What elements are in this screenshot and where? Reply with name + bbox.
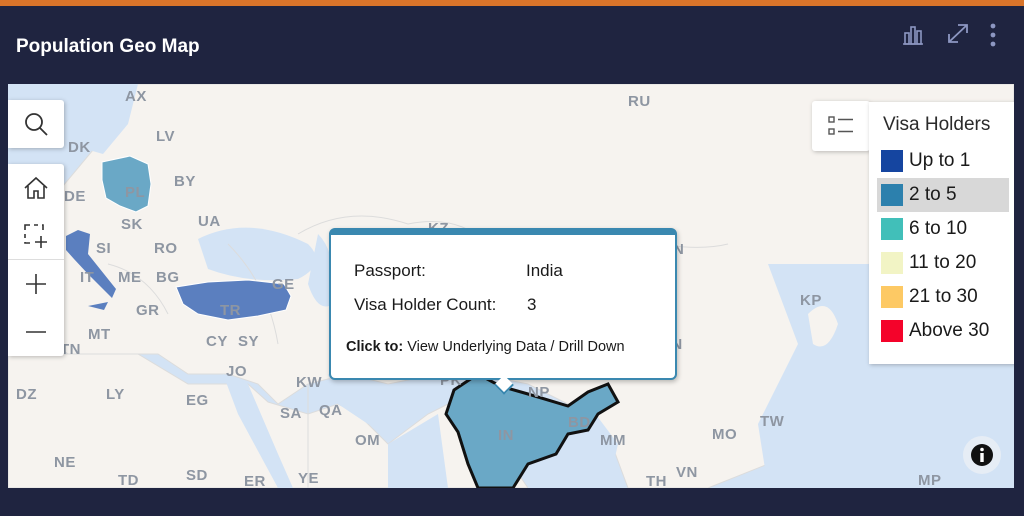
legend-item-6-to-10[interactable]: 6 to 10 [877, 212, 1009, 246]
bar-chart-icon[interactable] [900, 22, 926, 46]
box-zoom-icon [24, 223, 47, 248]
legend-item-up-to-1[interactable]: Up to 1 [877, 144, 1009, 178]
country-label: RU [628, 93, 651, 110]
country-label: GE [272, 276, 295, 293]
map-tooltip: Passport: India Visa Holder Count: 3 Cli… [329, 228, 677, 395]
country-label: MP [918, 472, 942, 488]
more-vertical-icon[interactable] [980, 22, 1006, 47]
search-button[interactable] [8, 100, 64, 148]
country-label: YE [298, 470, 320, 487]
legend-title: Visa Holders [883, 114, 991, 135]
country-label: MO [712, 426, 738, 443]
expand-icon[interactable] [945, 22, 971, 46]
legend-label: 11 to 20 [909, 252, 977, 273]
widget-title: Population Geo Map [16, 36, 200, 57]
legend-swatch [881, 286, 903, 308]
country-label: TD [118, 472, 139, 488]
country-label: SA [280, 405, 302, 422]
zoom-out-icon [26, 331, 46, 333]
country-label: IN [498, 427, 514, 444]
country-label: BD [568, 414, 591, 431]
country-label: SK [121, 216, 143, 233]
legend-item-11-to-20[interactable]: 11 to 20 [877, 246, 1009, 280]
search-control [8, 100, 64, 148]
visa-count-label: Visa Holder Count: [354, 295, 497, 314]
country-label: UA [198, 213, 221, 230]
country-label: LV [156, 128, 176, 145]
info-button[interactable] [963, 436, 1001, 474]
legend-label: Above 30 [909, 320, 990, 341]
country-label: DZ [16, 386, 37, 403]
country-label: GR [136, 302, 160, 319]
country-label: PL [125, 184, 146, 201]
country-label: LY [106, 386, 125, 403]
country-label: DE [64, 188, 86, 205]
country-label: EG [186, 392, 209, 409]
legend-item-above-30[interactable]: Above 30 [877, 314, 1009, 348]
visa-count-value: 3 [527, 295, 537, 314]
country-label: TR [220, 302, 241, 319]
country-label: OM [355, 432, 381, 449]
country-label: ME [118, 269, 142, 286]
zoom-out-button[interactable] [8, 308, 64, 356]
home-button[interactable] [8, 164, 64, 212]
country-label: AX [125, 88, 147, 105]
legend-swatch [881, 218, 903, 240]
passport-label: Passport: [354, 261, 426, 280]
country-label: BG [156, 269, 180, 286]
legend-label: 2 to 5 [909, 184, 957, 205]
click-to-prefix: Click to: [346, 339, 404, 355]
legend-swatch [881, 184, 903, 206]
country-label: CY [206, 333, 228, 350]
legend-list-icon [828, 116, 853, 135]
legend-item-2-to-5[interactable]: 2 to 5 [877, 178, 1009, 212]
click-to-actions[interactable]: Click to: View Underlying Data / Drill D… [346, 339, 625, 355]
info-icon [971, 444, 993, 466]
country-label: NP [528, 384, 550, 401]
legend-toggle-button[interactable] [812, 101, 870, 151]
country-label: DK [68, 139, 91, 156]
legend-item-21-to-30[interactable]: 21 to 30 [877, 280, 1009, 314]
legend-label: Up to 1 [909, 150, 971, 171]
country-label: VN [676, 464, 698, 481]
country-label: KW [296, 374, 322, 391]
zoom-in-button[interactable] [8, 260, 64, 308]
country-label: IT [80, 269, 95, 286]
country-label: JO [226, 363, 248, 380]
legend-label: 21 to 30 [909, 286, 978, 307]
country-label: KP [800, 292, 822, 309]
legend-panel: Visa Holders Up to 1 2 to 5 6 to 10 11 t… [869, 102, 1014, 364]
zoom-in-icon [26, 274, 46, 294]
country-label: SI [96, 240, 112, 257]
country-label: ER [244, 473, 266, 488]
country-label: MT [88, 326, 111, 343]
legend-swatch [881, 320, 903, 342]
widget-header: Population Geo Map [0, 6, 1024, 84]
country-label: BY [174, 173, 196, 190]
search-icon [25, 113, 48, 136]
country-label: NE [54, 454, 76, 471]
country-label: RO [154, 240, 178, 257]
country-label: MM [600, 432, 626, 449]
country-label: QA [319, 402, 343, 419]
country-label: TW [760, 413, 785, 430]
home-icon [24, 176, 48, 199]
click-to-links[interactable]: View Underlying Data / Drill Down [407, 339, 624, 355]
geo-map[interactable]: AX RU LV DK BY PL DE SK UA SI RO ME BG I… [8, 84, 1014, 488]
zoom-controls [8, 164, 64, 356]
country-label: SY [238, 333, 260, 350]
country-label: SD [186, 467, 208, 484]
legend-swatch [881, 150, 903, 172]
passport-value: India [526, 261, 563, 280]
box-zoom-button[interactable] [8, 212, 64, 260]
legend-swatch [881, 252, 903, 274]
legend-label: 6 to 10 [909, 218, 968, 239]
country-label: TH [646, 473, 667, 488]
